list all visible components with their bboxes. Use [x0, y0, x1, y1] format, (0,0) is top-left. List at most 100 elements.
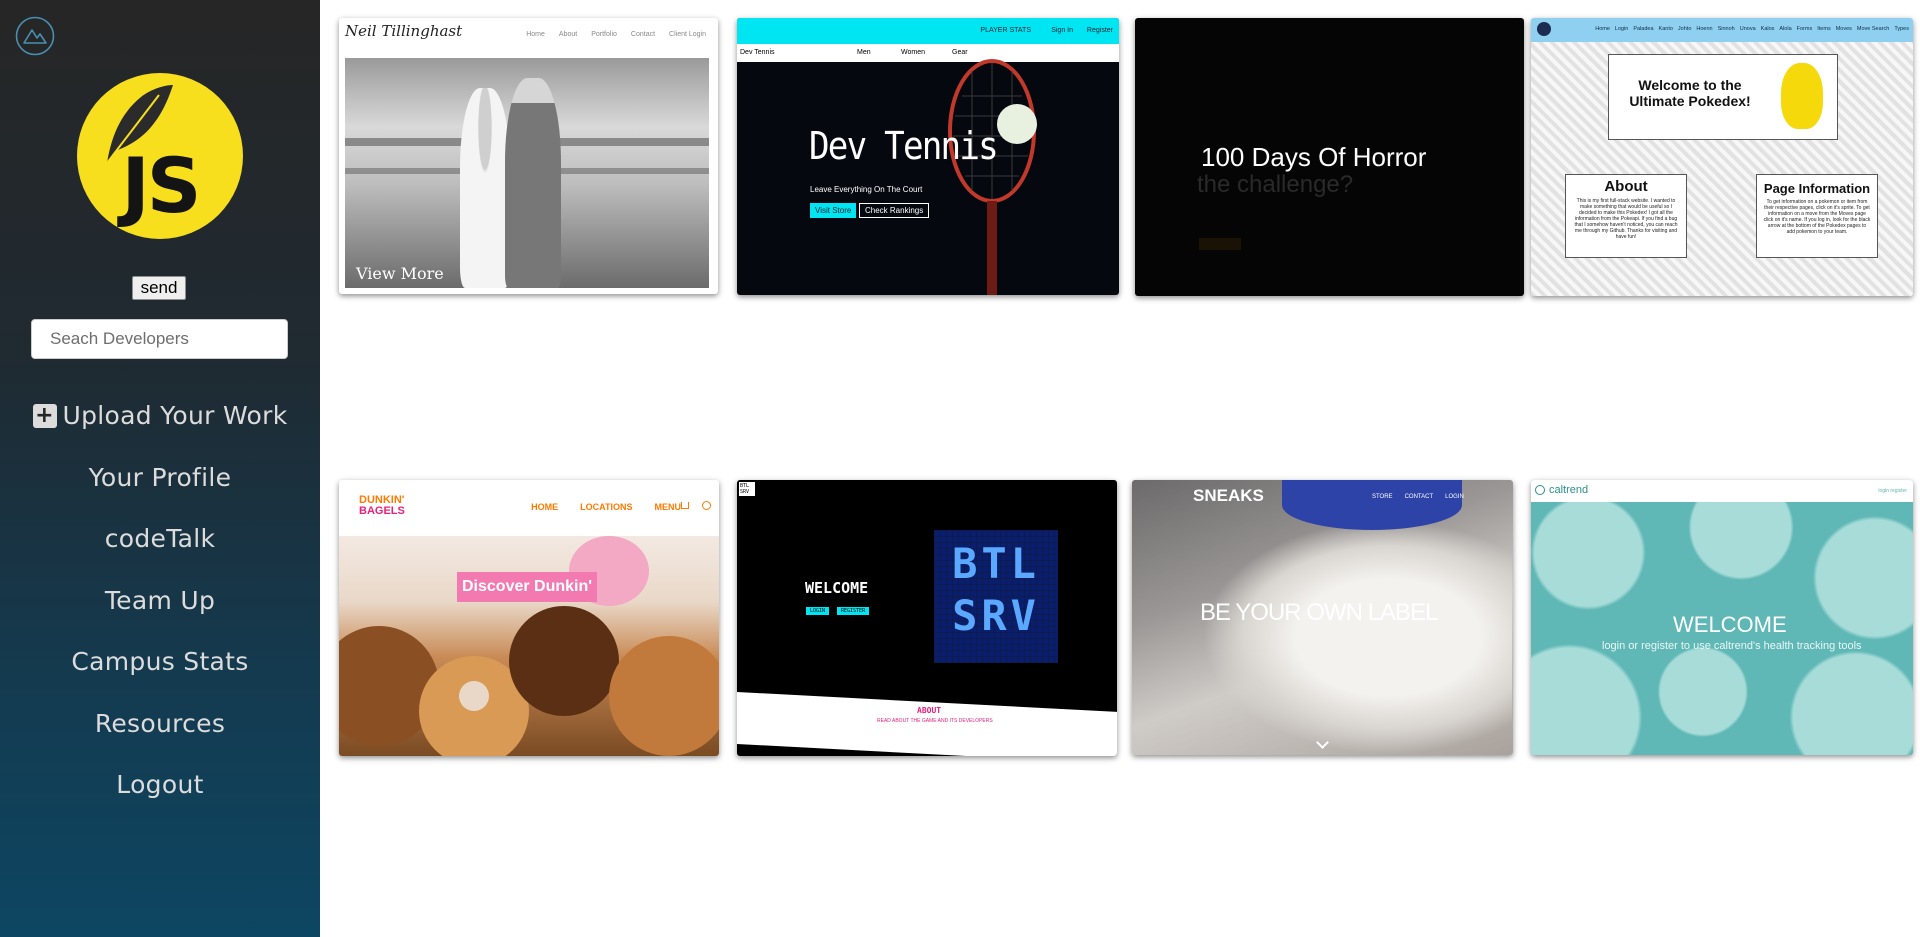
nav-link: Sign In: [1051, 27, 1073, 34]
horror-title: 100 Days Of Horror: [1201, 142, 1427, 172]
nav-link: About: [558, 31, 578, 38]
nav-link: Sinnoh: [1717, 26, 1735, 32]
tennis-subtitle: Leave Everything On The Court: [810, 185, 923, 194]
nav-label: Resources: [94, 708, 226, 738]
welcome-text: Welcome to the Ultimate Pokedex!: [1629, 77, 1751, 109]
nav-link: HOME: [531, 502, 559, 512]
nav-label: Upload Your Work: [62, 401, 288, 431]
about-subtext: READ ABOUT THE GAME AND ITS DEVELOPERS: [877, 718, 993, 724]
top-bar: Register Sign In PLAYER STATS: [737, 18, 1119, 44]
nav-link: LOGIN: [1445, 494, 1464, 500]
nav-label: Campus Stats: [71, 647, 249, 677]
js-text: JS: [121, 141, 201, 230]
btl-srv-logo: BTL SRV: [739, 482, 755, 496]
project-card-dunkin[interactable]: DUNKIN' BAGELS HOME LOCATIONS MENU Disco…: [339, 480, 719, 756]
nav-link: Login: [1614, 26, 1629, 32]
caltrend-brand: caltrend: [1549, 484, 1589, 496]
nav-link: Moves: [1835, 26, 1852, 32]
sidebar-nav: + Upload Your Work Your Profile codeTalk…: [0, 385, 320, 816]
nav-link: CONTACT: [1404, 494, 1434, 500]
user-icon: [702, 501, 711, 510]
wedding-photo: [345, 58, 709, 288]
discover-dunkin-banner[interactable]: Discover Dunkin': [457, 572, 598, 602]
nav-link: Items: [1817, 26, 1831, 32]
nav-your-profile[interactable]: Your Profile: [0, 447, 320, 509]
nav-link: Contact: [630, 31, 656, 38]
nav-resources[interactable]: Resources: [0, 693, 320, 755]
nav-link: STORE: [1372, 494, 1393, 500]
nav-link: Unova: [1739, 26, 1756, 32]
project-card-dev-tennis[interactable]: Register Sign In PLAYER STATS Dev Tennis…: [737, 18, 1119, 295]
nav-team-up[interactable]: Team Up: [0, 570, 320, 632]
project-brand: Neil Tillinghast: [345, 22, 463, 40]
mountain-circle-icon[interactable]: [15, 16, 55, 56]
nav-link: Types: [1894, 26, 1909, 32]
register-button[interactable]: REGISTER: [837, 607, 870, 615]
project-card-pokedex[interactable]: Home Login Paladea Kanto Johto Hoenn Sin…: [1531, 18, 1913, 296]
nav-link: Johto: [1677, 26, 1692, 32]
caltrend-nav: login register: [1878, 488, 1907, 494]
sneaks-nav: STORE CONTACT LOGIN: [1372, 494, 1464, 500]
project-card-sneaks[interactable]: SNEAKS STORE CONTACT LOGIN BE YOUR OWN L…: [1132, 480, 1513, 755]
nav-link: Men: [857, 49, 871, 56]
page-info-text: To get information on a pokemon or item …: [1763, 199, 1871, 235]
pikachu-image: [1781, 63, 1823, 129]
project-card-horror[interactable]: 100 Days Of Horror the challenge?: [1135, 18, 1524, 296]
check-rankings-button[interactable]: Check Rankings: [859, 203, 930, 218]
tennis-title: Dev Tennis: [809, 124, 999, 168]
nav-link: Alola: [1779, 26, 1792, 32]
login-button[interactable]: LOGIN: [806, 607, 830, 615]
caltrend-header: [1531, 480, 1913, 502]
nav-link: Home: [526, 31, 545, 38]
nav-upload-your-work[interactable]: + Upload Your Work: [0, 385, 320, 447]
nav-label: Logout: [116, 770, 204, 800]
project-card-photography[interactable]: Neil Tillinghast Home About Portfolio Co…: [339, 18, 718, 294]
visit-store-button[interactable]: Visit Store: [810, 203, 857, 218]
about-box: About This is my first full-stack websit…: [1565, 174, 1687, 258]
faded-button: [1199, 238, 1241, 250]
page-info-box: Page Information To get information on a…: [1756, 174, 1878, 258]
cart-icon: [681, 502, 689, 509]
pixel-text: BTL SRV: [952, 539, 1040, 640]
nav-link: Kalos: [1760, 26, 1775, 32]
donuts-image: [339, 536, 719, 756]
about-heading: ABOUT: [917, 706, 942, 715]
caltrend-subtitle: login or register to use caltrend's heal…: [1602, 640, 1862, 652]
horror-faded-text: the challenge?: [1197, 171, 1354, 198]
nav-label: Your Profile: [88, 462, 232, 492]
nav-link: Portfolio: [591, 31, 617, 38]
nav-link: Hoenn: [1696, 26, 1713, 32]
nav-codetalk[interactable]: codeTalk: [0, 508, 320, 570]
dunkin-brand: DUNKIN' BAGELS: [359, 495, 405, 517]
nav-link: LOCATIONS: [580, 502, 633, 512]
js-avatar: JS: [77, 73, 243, 239]
sneaks-brand: SNEAKS: [1193, 486, 1264, 505]
nav-link: Gear: [952, 49, 968, 56]
view-more-link[interactable]: View More: [356, 264, 444, 283]
pokedex-nav-bar: Home Login Paladea Kanto Johto Hoenn Sin…: [1531, 18, 1913, 42]
nav-link: PLAYER STATS: [980, 27, 1031, 34]
trend-icon: [1535, 485, 1545, 495]
search-developers-input[interactable]: [31, 319, 288, 359]
nav-link: Move Search: [1856, 26, 1890, 32]
nav-link: Women: [901, 49, 925, 56]
nav-link: Register: [1086, 27, 1113, 34]
nav-logout[interactable]: Logout: [0, 754, 320, 816]
dunkin-nav: HOME LOCATIONS MENU: [531, 502, 681, 512]
send-button[interactable]: send: [132, 276, 186, 300]
project-card-btl-srv[interactable]: BTL SRV WELCOME LOGIN REGISTER BTL SRV A…: [737, 480, 1117, 756]
project-nav: Home About Portfolio Contact Client Logi…: [526, 31, 706, 38]
about-title: About: [1604, 178, 1648, 195]
pixel-grid-image: BTL SRV: [934, 530, 1058, 663]
welcome-panel: [737, 504, 1117, 704]
sneaks-headline: BE YOUR OWN LABEL: [1200, 599, 1438, 626]
about-text: This is my first full-stack website. I w…: [1574, 198, 1678, 240]
nav-label: Team Up: [104, 585, 216, 615]
sub-bar: Dev Tennis Men Women Gear: [737, 44, 1119, 62]
nav-link: MENU: [654, 502, 682, 512]
brand-line-2: BAGELS: [359, 505, 405, 517]
nav-campus-stats[interactable]: Campus Stats: [0, 631, 320, 693]
welcome-box: Welcome to the Ultimate Pokedex!: [1608, 54, 1838, 140]
brand-small: Dev Tennis: [740, 49, 775, 56]
project-card-caltrend[interactable]: caltrend login register WELCOME login or…: [1531, 480, 1913, 755]
